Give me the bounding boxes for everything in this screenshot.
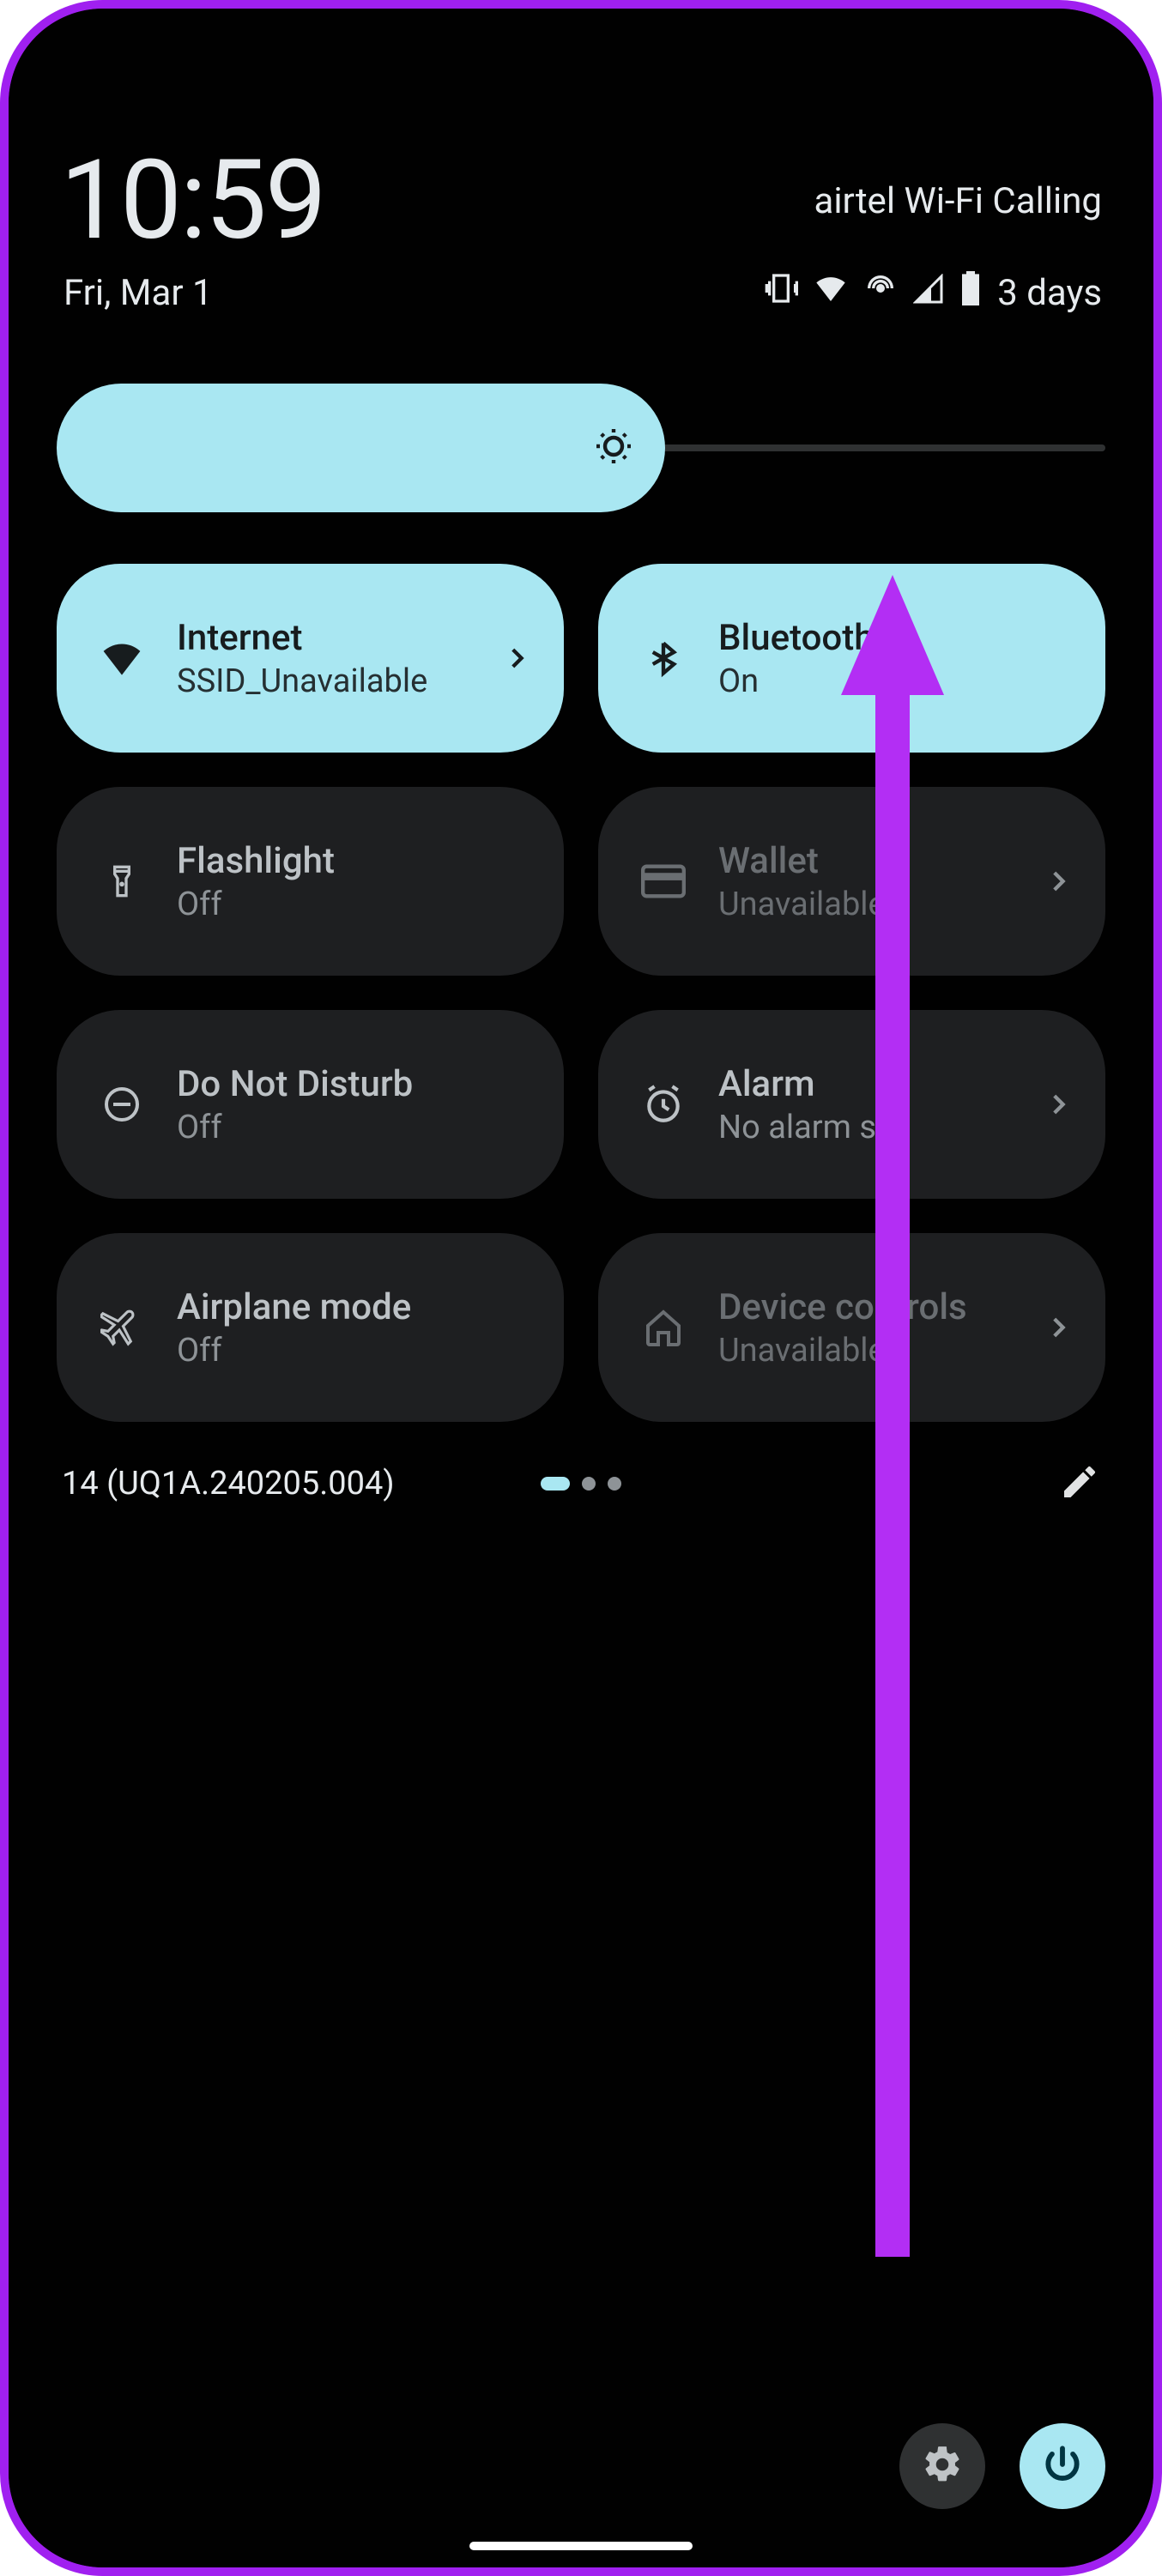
tile-title: Flashlight bbox=[177, 840, 531, 882]
power-icon bbox=[1041, 2443, 1084, 2489]
bluetooth-tile[interactable]: Bluetooth On bbox=[598, 564, 1105, 753]
signal-icon bbox=[913, 272, 944, 314]
tile-title: Wallet bbox=[718, 840, 1044, 882]
tile-subtitle: Unavailable bbox=[718, 886, 1044, 923]
chevron-right-icon[interactable] bbox=[1044, 867, 1073, 896]
tile-subtitle: Off bbox=[177, 1109, 531, 1146]
tile-title: Alarm bbox=[718, 1063, 1044, 1105]
wallet-tile[interactable]: Wallet Unavailable bbox=[598, 787, 1105, 976]
dnd-icon bbox=[98, 1084, 146, 1125]
wifi-icon bbox=[814, 271, 848, 315]
carrier-label: airtel Wi-Fi Calling bbox=[814, 180, 1103, 222]
edit-tiles-button[interactable] bbox=[1059, 1461, 1100, 1506]
page-dot bbox=[608, 1477, 621, 1491]
tile-subtitle: Off bbox=[177, 1332, 531, 1370]
tile-subtitle: No alarm set bbox=[718, 1109, 1044, 1146]
tile-title: Do Not Disturb bbox=[177, 1063, 531, 1105]
brightness-thumb[interactable] bbox=[57, 384, 665, 512]
brightness-icon bbox=[593, 426, 634, 470]
build-number: 14 (UQ1A.240205.004) bbox=[62, 1465, 395, 1503]
chevron-right-icon[interactable] bbox=[502, 644, 531, 673]
gear-icon bbox=[921, 2443, 964, 2489]
flashlight-icon bbox=[98, 859, 146, 904]
battery-icon bbox=[959, 271, 982, 315]
wifi-icon bbox=[98, 638, 146, 679]
hotspot-icon bbox=[863, 271, 898, 315]
tile-subtitle: SSID_Unavailable bbox=[177, 662, 502, 700]
clock-time: 10:59 bbox=[60, 146, 325, 256]
tile-title: Internet bbox=[177, 617, 502, 659]
page-dot-active bbox=[541, 1477, 570, 1491]
date-label: Fri, Mar 1 bbox=[64, 272, 213, 314]
chevron-right-icon[interactable] bbox=[1044, 1313, 1073, 1342]
device-controls-tile[interactable]: Device controls Unavailable bbox=[598, 1233, 1105, 1422]
power-button[interactable] bbox=[1020, 2423, 1105, 2509]
airplane-tile[interactable]: Airplane mode Off bbox=[57, 1233, 564, 1422]
alarm-tile[interactable]: Alarm No alarm set bbox=[598, 1010, 1105, 1199]
chevron-right-icon[interactable] bbox=[1044, 1090, 1073, 1119]
brightness-slider[interactable] bbox=[57, 384, 1105, 512]
flashlight-tile[interactable]: Flashlight Off bbox=[57, 787, 564, 976]
airplane-icon bbox=[98, 1306, 146, 1349]
tile-title: Bluetooth bbox=[718, 617, 1073, 659]
navigation-pill[interactable] bbox=[469, 2542, 693, 2550]
wallet-icon bbox=[639, 864, 687, 898]
tile-subtitle: Unavailable bbox=[718, 1332, 1044, 1370]
vibrate-icon bbox=[764, 271, 798, 315]
tile-title: Airplane mode bbox=[177, 1286, 531, 1328]
internet-tile[interactable]: Internet SSID_Unavailable bbox=[57, 564, 564, 753]
tile-title: Device controls bbox=[718, 1286, 1044, 1328]
page-dot bbox=[582, 1477, 596, 1491]
tile-subtitle: On bbox=[718, 662, 1073, 700]
status-icons-group: 3 days bbox=[764, 271, 1102, 315]
bluetooth-icon bbox=[639, 636, 687, 680]
dnd-tile[interactable]: Do Not Disturb Off bbox=[57, 1010, 564, 1199]
tile-subtitle: Off bbox=[177, 886, 531, 923]
alarm-icon bbox=[639, 1083, 687, 1126]
page-indicator[interactable] bbox=[541, 1477, 621, 1491]
settings-button[interactable] bbox=[899, 2423, 985, 2509]
home-icon bbox=[639, 1307, 687, 1348]
battery-text: 3 days bbox=[997, 272, 1102, 314]
